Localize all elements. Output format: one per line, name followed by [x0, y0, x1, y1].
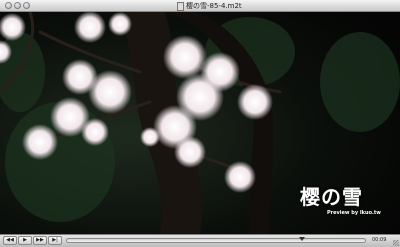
fast-forward-icon: ▶▶ [36, 237, 44, 243]
skip-to-end-button[interactable]: ▶| [48, 236, 62, 245]
rewind-icon: ◀◀ [6, 237, 14, 243]
title-bar[interactable]: 樱の雪-85-4.m2t [0, 0, 400, 12]
close-window-button[interactable] [5, 2, 12, 9]
quicktime-window: 樱の雪-85-4.m2t 樱の雪 Preview by Ikuo.tw ◀◀ ▶… [0, 0, 400, 247]
skip-to-end-icon: ▶| [52, 237, 58, 243]
fast-forward-button[interactable]: ▶▶ [33, 236, 47, 245]
playback-controls: ◀◀ ▶ ▶▶ ▶| 00:09 [0, 234, 400, 247]
play-pause-button[interactable]: ▶ [18, 236, 32, 245]
rewind-button[interactable]: ◀◀ [3, 236, 17, 245]
play-icon: ▶ [23, 237, 27, 243]
minimize-window-button[interactable] [14, 2, 21, 9]
zoom-window-button[interactable] [23, 2, 30, 9]
playhead-marker[interactable] [299, 237, 306, 241]
video-frame[interactable]: 樱の雪 Preview by Ikuo.tw [0, 12, 400, 234]
playback-scrubber[interactable] [66, 237, 366, 243]
timecode-display: 00:09 [372, 237, 387, 243]
resize-grip[interactable] [393, 240, 399, 246]
video-overlay-credit: Preview by Ikuo.tw [327, 210, 381, 216]
document-proxy-icon[interactable] [177, 2, 184, 11]
window-title: 樱の雪-85-4.m2t [186, 2, 242, 10]
video-overlay-title: 樱の雪 [300, 185, 363, 209]
